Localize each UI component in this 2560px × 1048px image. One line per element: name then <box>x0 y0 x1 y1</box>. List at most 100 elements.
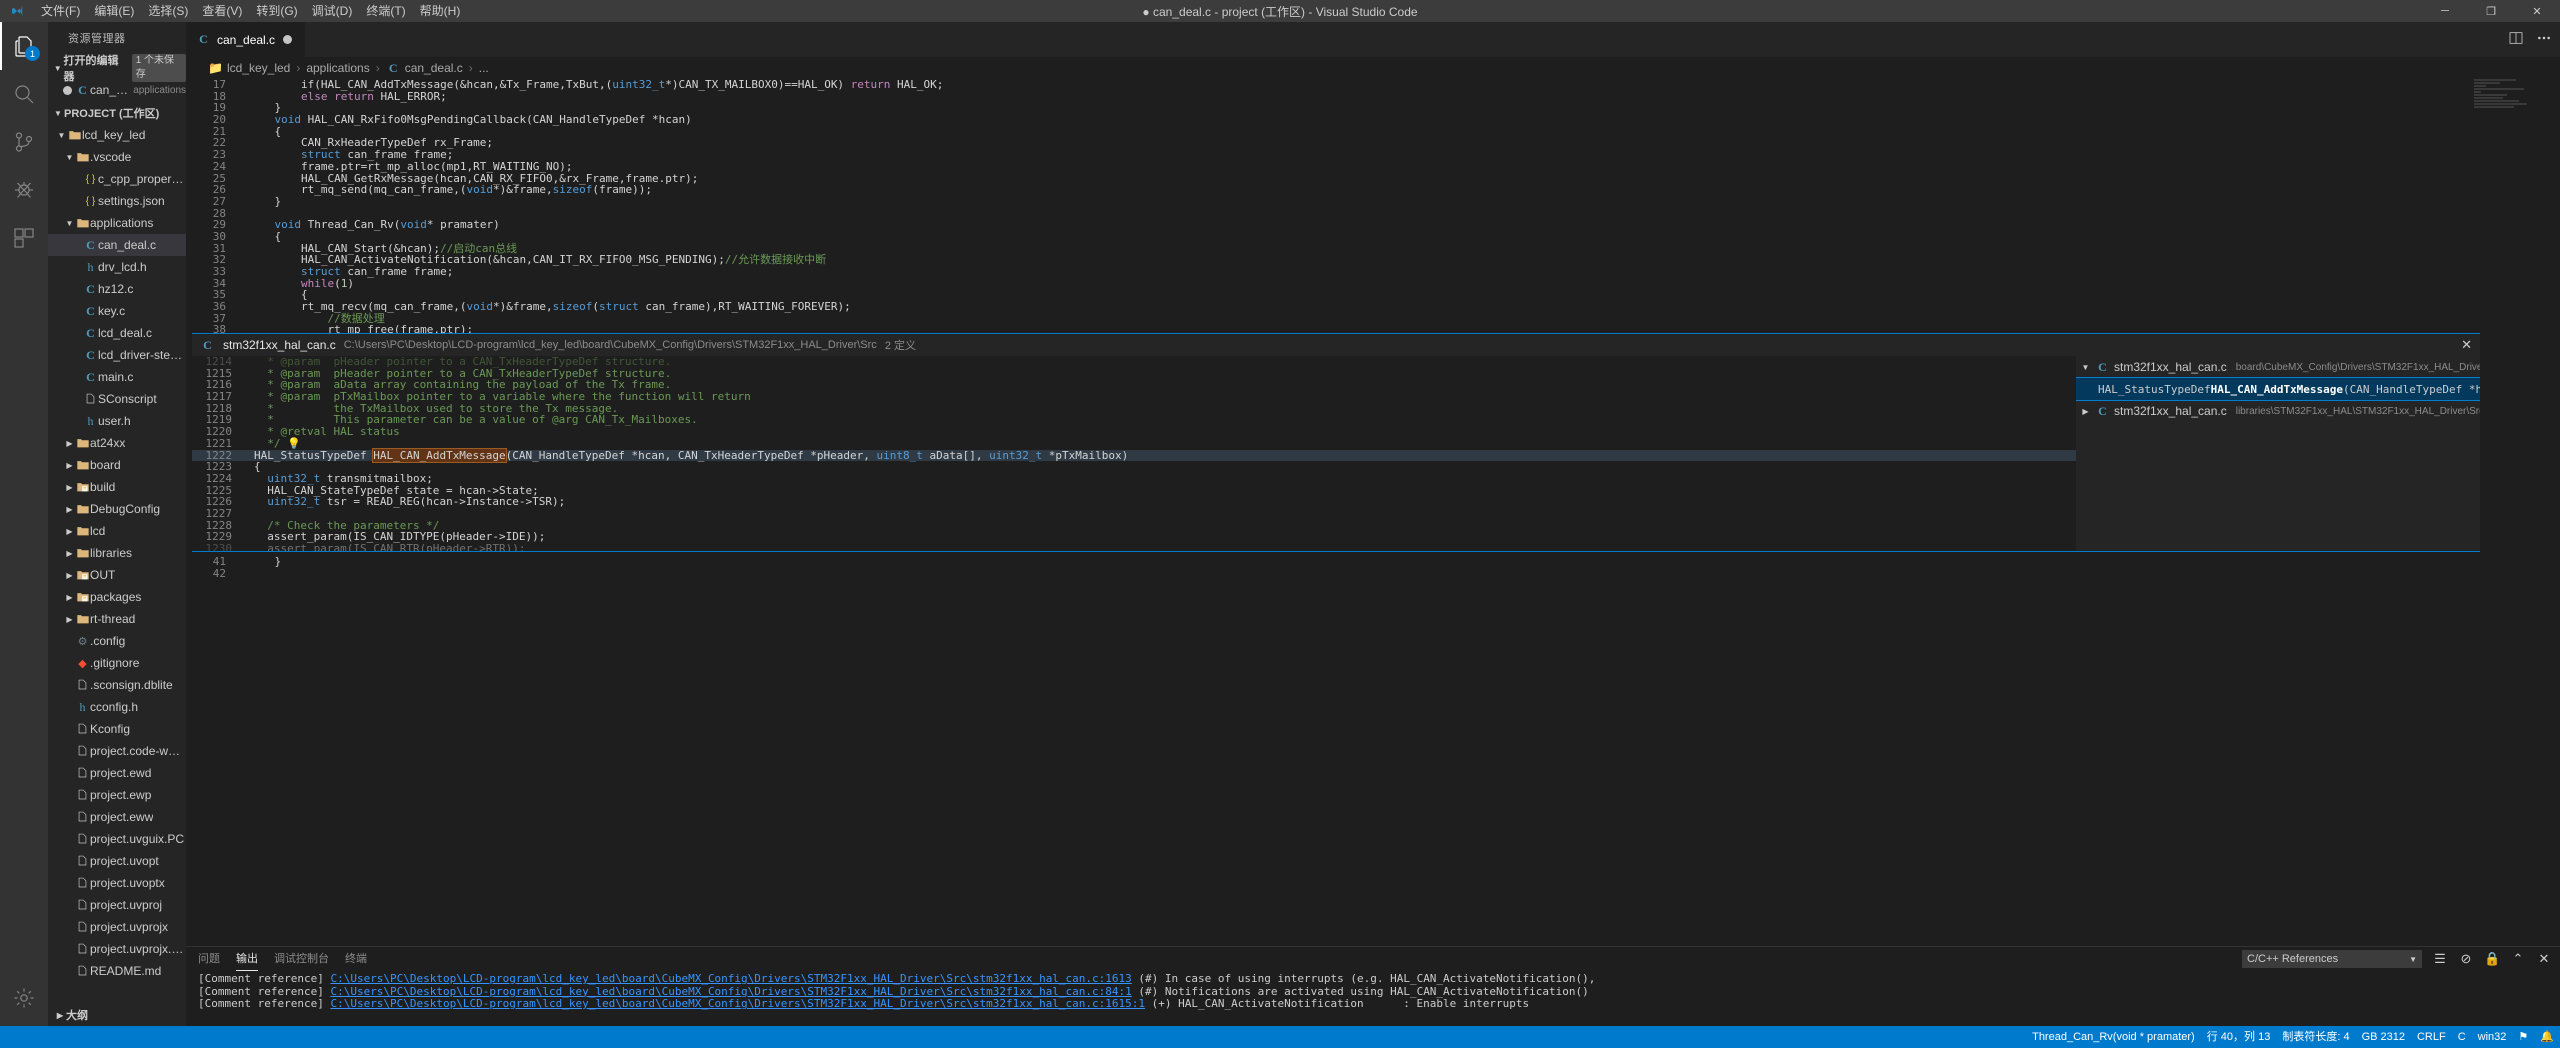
tree-item-libraries[interactable]: ▶ libraries <box>48 542 186 564</box>
tree-item-lcd-key-led[interactable]: ▼ lcd_key_led <box>48 124 186 146</box>
close-icon[interactable]: ✕ <box>2536 951 2552 967</box>
close-button[interactable]: ✕ <box>2514 0 2560 22</box>
tree-item-hz12-c[interactable]: Chz12.c <box>48 278 186 300</box>
menu-go[interactable]: 转到(G) <box>249 0 304 22</box>
tree-item--config[interactable]: ⚙ .config <box>48 630 186 652</box>
tree-item-project-uvprojx-2019-8-26-14-2-[interactable]: project.uvprojx.2019-8-26-14-2... <box>48 938 186 960</box>
tree-item-project-ewp[interactable]: project.ewp <box>48 784 186 806</box>
tree-item-applications[interactable]: ▼ applications <box>48 212 186 234</box>
list-icon[interactable]: ☰ <box>2432 951 2448 967</box>
breadcrumb-2[interactable]: can_deal.c <box>405 61 463 75</box>
tree-item-drv-lcd-h[interactable]: h drv_lcd.h <box>48 256 186 278</box>
panel-tab-terminal[interactable]: 终端 <box>345 947 367 971</box>
peek-result-reference[interactable]: HAL_StatusTypeDef HAL_CAN_AddTxMessage (C… <box>2076 377 2480 401</box>
status-feedback-icon[interactable]: ⚑ <box>2512 1026 2534 1048</box>
tree-item-project-ewd[interactable]: project.ewd <box>48 762 186 784</box>
more-actions-icon[interactable] <box>2536 30 2552 49</box>
split-editor-icon[interactable] <box>2508 30 2524 49</box>
status-encoding[interactable]: GB 2312 <box>2356 1026 2411 1048</box>
minimize-button[interactable]: ─ <box>2422 0 2468 22</box>
status-symbol[interactable]: Thread_Can_Rv(void * pramater) <box>2026 1026 2201 1048</box>
activitybar-debug[interactable] <box>0 166 48 214</box>
activitybar-extensions[interactable] <box>0 214 48 262</box>
code-editor-continued[interactable]: 41 } 42 <box>186 556 2560 580</box>
status-eol[interactable]: CRLF <box>2411 1026 2452 1048</box>
code-editor[interactable]: 17 if(HAL_CAN_AddTxMessage(&hcan,&Tx_Fra… <box>186 79 2560 362</box>
chevron-down-icon[interactable]: ▼ <box>2080 363 2091 372</box>
tree-item-at24xx[interactable]: ▶ at24xx <box>48 432 186 454</box>
close-icon[interactable]: ✕ <box>2461 337 2472 353</box>
menu-view[interactable]: 查看(V) <box>195 0 249 22</box>
chevron-down-icon[interactable]: ▼ <box>56 131 67 140</box>
tree-item-debugconfig[interactable]: ▶ DebugConfig <box>48 498 186 520</box>
chevron-right-icon[interactable]: ▶ <box>64 549 75 558</box>
chevron-right-icon[interactable]: ▶ <box>64 439 75 448</box>
tree-item-c-cpp-properties-json[interactable]: { }c_cpp_properties.json <box>48 168 186 190</box>
chevron-right-icon[interactable]: ▶ <box>2080 407 2091 416</box>
panel-tab-output[interactable]: 输出 <box>236 947 258 971</box>
chevron-right-icon[interactable]: ▶ <box>64 527 75 536</box>
maximize-button[interactable]: ❐ <box>2468 0 2514 22</box>
chevron-up-icon[interactable]: ⌃ <box>2510 951 2526 967</box>
activitybar-source-control[interactable] <box>0 118 48 166</box>
peek-result-file[interactable]: ▼ Cstm32f1xx_hal_can.c board\CubeMX_Config… <box>2076 356 2480 378</box>
menu-help[interactable]: 帮助(H) <box>413 0 468 22</box>
menu-selection[interactable]: 选择(S) <box>141 0 195 22</box>
menu-terminal[interactable]: 终端(T) <box>359 0 412 22</box>
chevron-right-icon[interactable]: ▶ <box>64 615 75 624</box>
tree-item-project-code-workspace[interactable]: project.code-workspace <box>48 740 186 762</box>
tree-item-user-h[interactable]: h user.h <box>48 410 186 432</box>
tree-item-lcd[interactable]: ▶ lcd <box>48 520 186 542</box>
tree-item-settings-json[interactable]: { } settings.json <box>48 190 186 212</box>
peek-results-list[interactable]: ▼ Cstm32f1xx_hal_can.c board\CubeMX_Config… <box>2076 356 2480 551</box>
tree-item-packages[interactable]: ▶ packages <box>48 586 186 608</box>
output-channel-select[interactable]: C/C++ References ▼ <box>2242 950 2422 968</box>
tree-item-kconfig[interactable]: Kconfig <box>48 718 186 740</box>
tree-item--gitignore[interactable]: ◆ .gitignore <box>48 652 186 674</box>
activitybar-search[interactable] <box>0 70 48 118</box>
tree-item-project-eww[interactable]: project.eww <box>48 806 186 828</box>
output-path-link[interactable]: C:\Users\PC\Desktop\LCD-program\lcd_key_… <box>330 997 1145 1010</box>
tree-item-lcd-deal-c[interactable]: Clcd_deal.c <box>48 322 186 344</box>
chevron-right-icon[interactable]: ▶ <box>64 461 75 470</box>
tree-item-project-uvopt[interactable]: project.uvopt <box>48 850 186 872</box>
peek-result-file[interactable]: ▶ Cstm32f1xx_hal_can.c libraries\STM32F1xx… <box>2076 400 2480 422</box>
status-platform[interactable]: win32 <box>2472 1026 2513 1048</box>
outline-section-header[interactable]: ▶ 大纲 <box>48 1004 186 1026</box>
activitybar-settings[interactable] <box>0 974 48 1022</box>
tree-item-project-uvprojx[interactable]: project.uvprojx <box>48 916 186 938</box>
menu-file[interactable]: 文件(F) <box>34 0 87 22</box>
open-editor-item[interactable]: C can_deal.c applications <box>48 79 186 101</box>
peek-code-preview[interactable]: 1214 * @param pHeader pointer to a CAN_T… <box>192 356 2076 551</box>
menu-edit[interactable]: 编辑(E) <box>87 0 141 22</box>
tree-item-cconfig-h[interactable]: h cconfig.h <box>48 696 186 718</box>
status-cursor-position[interactable]: 行 40，列 13 <box>2201 1026 2277 1048</box>
chevron-right-icon[interactable]: ▶ <box>64 505 75 514</box>
status-notifications-icon[interactable]: 🔔 <box>2534 1026 2560 1048</box>
tree-item-rt-thread[interactable]: ▶ rt-thread <box>48 608 186 630</box>
lock-icon[interactable]: 🔒 <box>2484 951 2500 967</box>
chevron-down-icon[interactable]: ▼ <box>64 219 75 228</box>
status-indentation[interactable]: 制表符长度: 4 <box>2276 1026 2355 1048</box>
tree-item-out[interactable]: ▶ OUT <box>48 564 186 586</box>
tree-item-main-c[interactable]: Cmain.c <box>48 366 186 388</box>
tree-item--sconsign-dblite[interactable]: .sconsign.dblite <box>48 674 186 696</box>
output-path-link[interactable]: C:\Users\PC\Desktop\LCD-program\lcd_key_… <box>330 972 1131 985</box>
tree-item-sconscript[interactable]: SConscript <box>48 388 186 410</box>
tree-item-project-uvproj[interactable]: project.uvproj <box>48 894 186 916</box>
tab-can-deal-c[interactable]: C can_deal.c <box>186 22 307 57</box>
tree-item-readme-md[interactable]: README.md <box>48 960 186 982</box>
menu-debug[interactable]: 调试(D) <box>305 0 360 22</box>
clear-icon[interactable]: ⊘ <box>2458 951 2474 967</box>
breadcrumb-1[interactable]: applications <box>306 61 369 75</box>
breadcrumb-0[interactable]: lcd_key_led <box>227 61 290 75</box>
tree-item--vscode[interactable]: ▼ .vscode <box>48 146 186 168</box>
chevron-down-icon[interactable]: ▼ <box>64 153 75 162</box>
activitybar-explorer[interactable]: 1 <box>0 22 48 70</box>
status-language-mode[interactable]: C <box>2452 1026 2472 1048</box>
chevron-right-icon[interactable]: ▶ <box>64 593 75 602</box>
panel-tab-debug-console[interactable]: 调试控制台 <box>274 947 329 971</box>
panel-tab-problems[interactable]: 问题 <box>198 947 220 971</box>
tree-item-key-c[interactable]: Ckey.c <box>48 300 186 322</box>
breadcrumb-3[interactable]: ... <box>479 61 489 75</box>
